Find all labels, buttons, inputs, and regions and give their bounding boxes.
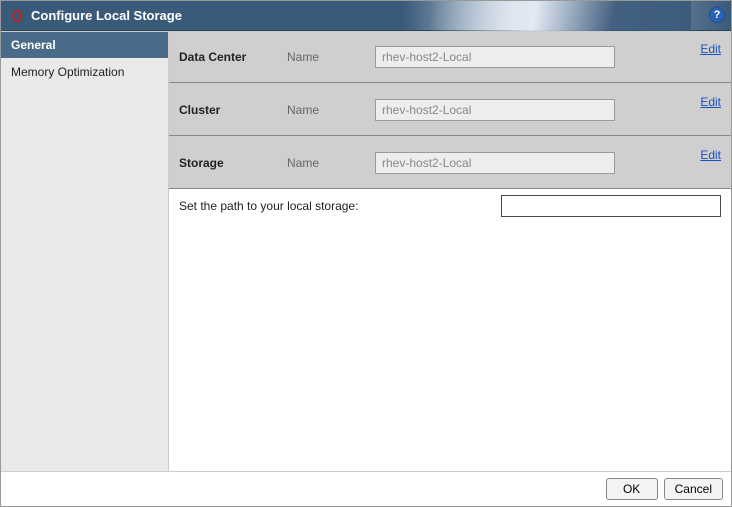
data-center-name-field — [375, 46, 615, 68]
group-title: Data Center — [179, 50, 279, 64]
group-data-center: Data Center Name Edit — [169, 36, 731, 83]
sidebar-item-memory-optimization[interactable]: Memory Optimization — [1, 59, 168, 86]
local-storage-path-input[interactable] — [501, 195, 721, 217]
app-logo-icon — [9, 8, 25, 24]
sidebar-item-label: Memory Optimization — [11, 65, 124, 79]
dialog-footer: OK Cancel — [1, 471, 731, 506]
edit-storage-link[interactable]: Edit — [700, 148, 721, 162]
group-storage: Storage Name Edit — [169, 136, 731, 189]
field-label: Name — [287, 156, 367, 170]
edit-data-center-link[interactable]: Edit — [700, 42, 721, 56]
group-cluster: Cluster Name Edit — [169, 83, 731, 136]
main-panel: Data Center Name Edit Cluster Name Edit … — [169, 32, 731, 471]
settings-groups: Data Center Name Edit Cluster Name Edit … — [169, 32, 731, 189]
window-title: Configure Local Storage — [31, 8, 182, 23]
path-label: Set the path to your local storage: — [179, 199, 358, 213]
sidebar: General Memory Optimization — [1, 32, 169, 471]
cluster-name-field — [375, 99, 615, 121]
titlebar: Configure Local Storage ? — [1, 1, 731, 31]
titlebar-decoration — [431, 1, 691, 31]
storage-name-field — [375, 152, 615, 174]
ok-button[interactable]: OK — [606, 478, 658, 500]
dialog-body: General Memory Optimization Data Center … — [1, 31, 731, 471]
cancel-button[interactable]: Cancel — [664, 478, 723, 500]
field-label: Name — [287, 103, 367, 117]
group-title: Storage — [179, 156, 279, 170]
group-title: Cluster — [179, 103, 279, 117]
field-label: Name — [287, 50, 367, 64]
local-storage-path-row: Set the path to your local storage: — [169, 189, 731, 223]
help-icon[interactable]: ? — [709, 7, 725, 23]
sidebar-item-label: General — [11, 38, 56, 52]
sidebar-item-general[interactable]: General — [1, 32, 168, 59]
configure-local-storage-dialog: Configure Local Storage ? General Memory… — [0, 0, 732, 507]
edit-cluster-link[interactable]: Edit — [700, 95, 721, 109]
